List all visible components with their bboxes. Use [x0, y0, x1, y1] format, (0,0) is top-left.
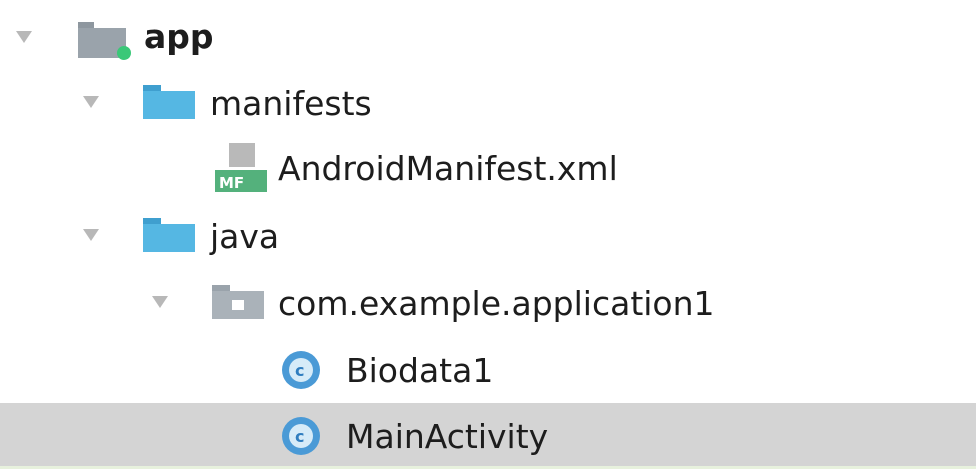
module-folder-icon [78, 22, 131, 60]
tree-label-java: java [210, 217, 280, 256]
tree-label-package: com.example.application1 [278, 284, 715, 323]
tree-row-app[interactable]: app [0, 5, 976, 71]
tree-label-biodata1: Biodata1 [346, 351, 494, 390]
tree-label-main-activity: MainActivity [346, 417, 549, 456]
tree-row-biodata1[interactable]: c Biodata1 [0, 337, 976, 403]
tree-row-manifests[interactable]: manifests [0, 70, 976, 136]
package-folder-icon [212, 285, 264, 319]
folder-icon [143, 85, 195, 119]
expand-arrow-icon[interactable] [83, 229, 99, 241]
svg-text:MF: MF [219, 174, 244, 192]
folder-icon [143, 218, 195, 252]
tree-row-android-manifest[interactable]: MF AndroidManifest.xml [0, 135, 976, 201]
tree-label-manifests: manifests [210, 84, 372, 123]
tree-row-java[interactable]: java [0, 203, 976, 269]
expand-arrow-icon[interactable] [16, 31, 32, 43]
expand-arrow-icon[interactable] [83, 96, 99, 108]
svg-text:c: c [295, 361, 304, 380]
class-icon: c [282, 417, 320, 455]
expand-arrow-icon[interactable] [152, 296, 168, 308]
manifest-file-icon: MF [215, 143, 267, 192]
project-tree: app manifests MF AndroidManifest.xml jav… [0, 0, 976, 469]
tree-label-app: app [144, 17, 214, 56]
tree-row-package[interactable]: com.example.application1 [0, 270, 976, 336]
tree-row-main-activity[interactable]: c MainActivity [0, 403, 976, 469]
svg-text:c: c [295, 427, 304, 446]
class-icon: c [282, 351, 320, 389]
tree-label-android-manifest: AndroidManifest.xml [278, 149, 618, 188]
